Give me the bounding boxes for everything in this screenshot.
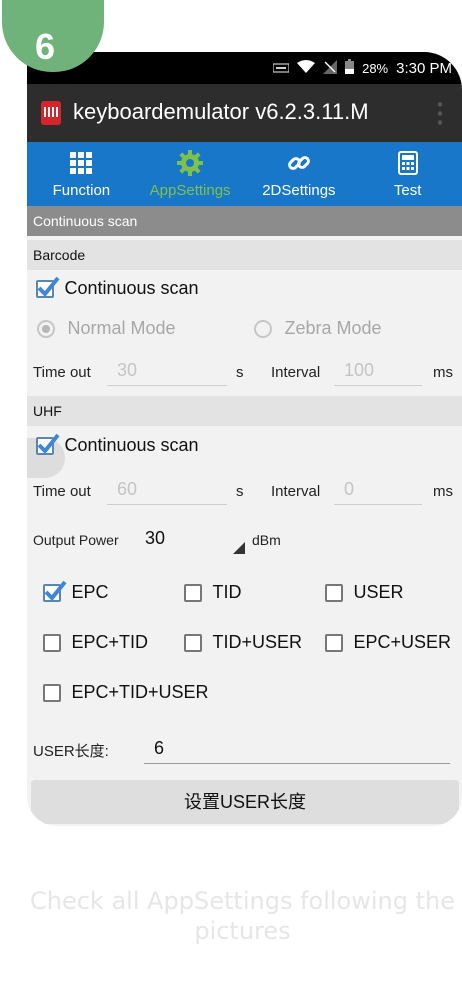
option-user-checkbox[interactable]: USER (325, 582, 455, 603)
app-title: keyboardemulator v6.2.3.11.M (73, 99, 369, 124)
checkbox-label: USER (353, 582, 404, 602)
uhf-timeout-label: Time out (33, 483, 91, 500)
option-tid-user-checkbox[interactable]: TID+USER (184, 632, 319, 653)
checkbox-label: EPC+TID+USER (71, 682, 209, 702)
option-epc-tid-user-checkbox[interactable]: EPC+TID+USER (43, 682, 243, 703)
option-tid-checkbox[interactable]: TID (184, 582, 304, 603)
uhf-header: UHF (27, 396, 462, 426)
uhf-timeout-input[interactable]: 60 (107, 477, 227, 505)
tab-function[interactable]: Function (27, 142, 136, 206)
clock: 3:30 PM (396, 59, 452, 77)
no-signal-icon (323, 59, 338, 77)
tab-appsettings[interactable]: AppSettings (136, 142, 245, 206)
continuous-scan-header: Continuous scan (27, 206, 462, 236)
gear-icon (177, 150, 204, 176)
set-user-length-button[interactable]: 设置USER长度 (31, 780, 459, 824)
uhf-timeout-unit: s (236, 483, 244, 500)
output-power-unit: dBm (252, 532, 281, 548)
step-number: 6 (34, 26, 56, 67)
overflow-menu-icon[interactable] (438, 100, 442, 126)
link-icon (286, 150, 312, 176)
barcode-interval-input[interactable]: 100 (334, 358, 422, 386)
radio-unselected-icon (254, 319, 272, 338)
grid-icon (68, 150, 94, 176)
radio-label: Normal Mode (67, 318, 176, 338)
checkbox-unchecked-icon (43, 683, 61, 702)
checkbox-unchecked-icon (325, 633, 343, 652)
keyboard-icon (272, 60, 290, 76)
output-power-label: Output Power (33, 532, 119, 548)
barcode-interval-label: Interval (271, 364, 321, 381)
user-length-input[interactable]: 6 (144, 736, 450, 764)
tab-label: Test (393, 182, 422, 199)
checkbox-unchecked-icon (325, 583, 343, 602)
tab-label: Function (52, 182, 111, 199)
tab-test[interactable]: Test (353, 142, 462, 206)
radio-label: Zebra Mode (284, 318, 382, 338)
checkbox-unchecked-icon (184, 583, 202, 602)
battery-percent: 28% (362, 60, 389, 76)
option-epc-checkbox[interactable]: EPC (43, 580, 163, 603)
barcode-timeout-label: Time out (33, 364, 91, 381)
phone-screen: 28% 3:30 PM keyboardemulator v6.2.3.11.M… (27, 52, 462, 826)
zebra-mode-radio[interactable]: Zebra Mode (254, 318, 454, 339)
wifi-icon (297, 59, 316, 77)
tab-label: AppSettings (149, 182, 231, 199)
caption: Check all AppSettings following the pict… (30, 887, 455, 945)
output-power-spinner[interactable]: 30 (135, 526, 245, 554)
status-bar: 28% 3:30 PM (27, 52, 462, 84)
checkbox-unchecked-icon (184, 633, 202, 652)
checkbox-label: TID+USER (212, 632, 302, 652)
barcode-timeout-unit: s (236, 364, 244, 381)
tab-bar: Function AppSettings 2DSettings Test (27, 142, 462, 206)
checkbox-label: TID (212, 582, 242, 602)
checkbox-checked-icon (36, 433, 60, 455)
uhf-interval-unit: ms (433, 483, 453, 500)
tab-label: 2DSettings (262, 182, 336, 199)
checkbox-label: Continuous scan (64, 435, 199, 455)
spinner-triangle-icon (233, 542, 245, 554)
barcode-continuous-scan-checkbox[interactable]: Continuous scan (36, 276, 462, 299)
barcode-interval-unit: ms (433, 364, 453, 381)
checkbox-label: EPC (71, 582, 109, 602)
uhf-continuous-scan-checkbox[interactable]: Continuous scan (36, 433, 462, 456)
tab-2dsettings[interactable]: 2DSettings (245, 142, 354, 206)
calculator-icon (395, 150, 421, 176)
checkbox-checked-icon (43, 580, 67, 602)
app-icon (41, 101, 61, 125)
option-epc-tid-checkbox[interactable]: EPC+TID (43, 632, 178, 653)
barcode-header: Barcode (27, 240, 462, 270)
checkbox-label: EPC+TID (71, 632, 148, 652)
user-length-label: USER长度: (33, 743, 109, 760)
uhf-interval-input[interactable]: 0 (334, 477, 422, 505)
uhf-interval-label: Interval (271, 483, 321, 500)
checkbox-checked-icon (36, 276, 60, 298)
checkbox-label: EPC+USER (353, 632, 451, 652)
checkbox-label: Continuous scan (64, 278, 199, 298)
radio-selected-icon (37, 319, 55, 338)
output-power-value: 30 (145, 528, 166, 548)
option-epc-user-checkbox[interactable]: EPC+USER (325, 632, 460, 653)
barcode-timeout-input[interactable]: 30 (107, 358, 227, 386)
app-bar: keyboardemulator v6.2.3.11.M (27, 84, 462, 142)
battery-icon (345, 59, 355, 77)
checkbox-unchecked-icon (43, 633, 61, 652)
